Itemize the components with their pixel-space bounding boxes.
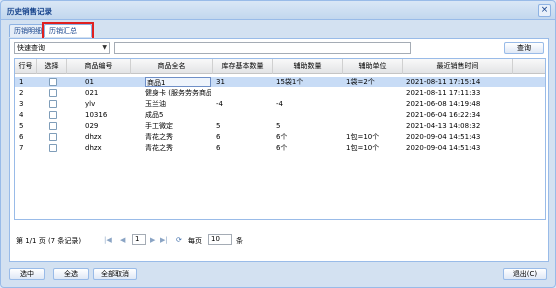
last-page-icon[interactable]: ▶| <box>160 236 168 244</box>
next-page-icon[interactable]: ▶ <box>150 236 155 244</box>
last-sale-time: 2021-08-11 17:11:33 <box>406 89 481 97</box>
row-number: 2 <box>19 89 24 97</box>
history-sales-window: 历史销售记录 × 历销明细 历销汇总 快速查询 ▼ 查询 行号 选择 商品编号 … <box>0 0 556 288</box>
search-row: 快速查询 ▼ 查询 <box>14 42 546 54</box>
col-aux-qty[interactable]: 辅助数量 <box>273 59 343 74</box>
row-number: 4 <box>19 111 24 119</box>
page-size-label: 每页 <box>188 237 202 245</box>
stock-qty: 6 <box>216 133 221 141</box>
last-sale-time: 2021-06-08 14:19:48 <box>406 100 481 108</box>
aux-qty: -4 <box>276 100 283 108</box>
select-button[interactable]: 选中 <box>9 268 45 280</box>
first-page-icon[interactable]: |◀ <box>104 236 112 244</box>
row-checkbox[interactable] <box>49 89 57 97</box>
aux-qty: 5 <box>276 122 281 130</box>
chevron-down-icon[interactable]: ▼ <box>102 43 107 53</box>
stock-qty: 6 <box>216 144 221 152</box>
search-button[interactable]: 查询 <box>504 42 544 54</box>
product-name: 成品5 <box>145 111 164 119</box>
row-checkbox[interactable] <box>49 78 57 86</box>
product-name: 商品1 <box>145 77 211 87</box>
product-code: 10316 <box>85 111 108 119</box>
table-row[interactable]: 1 01 商品1 31 15袋1个 1袋=2个 2021-08-11 17:15… <box>15 77 545 87</box>
prev-page-icon[interactable]: ◀ <box>120 236 125 244</box>
page-size-unit: 条 <box>236 237 243 245</box>
table-row[interactable]: 4 10316 成品5 2021-06-04 16:22:34 <box>15 110 545 120</box>
last-sale-time: 2021-04-13 14:08:32 <box>406 122 481 130</box>
col-aux-unit[interactable]: 辅助单位 <box>343 59 403 74</box>
current-page-input[interactable]: 1 <box>132 234 146 245</box>
table-row[interactable]: 2 021 健身卡 (服务劳务商品) 2021-08-11 17:11:33 <box>15 88 545 98</box>
footer-bar: 选中 全选 全部取消 退出(C) <box>1 264 555 286</box>
product-name: 青花之秀 <box>145 144 173 152</box>
title-bar[interactable]: 历史销售记录 × <box>1 1 555 20</box>
row-number: 1 <box>19 78 24 86</box>
product-code: dhzx <box>85 144 102 152</box>
product-code: 01 <box>85 78 94 86</box>
product-code: 029 <box>85 122 99 130</box>
col-stock-qty[interactable]: 库存基本数量 <box>213 59 273 74</box>
product-code: ylv <box>85 100 96 108</box>
aux-qty: 6个 <box>276 144 288 152</box>
row-checkbox[interactable] <box>49 144 57 152</box>
select-all-button[interactable]: 全选 <box>53 268 89 280</box>
page-size-input[interactable]: 10 <box>208 234 232 245</box>
row-number: 3 <box>19 100 24 108</box>
table-row[interactable]: 3 ylv 玉兰油 -4 -4 2021-06-08 14:19:48 <box>15 99 545 109</box>
product-name: 手工微定 <box>145 122 173 130</box>
product-code: dhzx <box>85 133 102 141</box>
row-checkbox[interactable] <box>49 133 57 141</box>
aux-unit: 1袋=2个 <box>346 78 375 86</box>
exit-button[interactable]: 退出(C) <box>503 268 547 280</box>
row-checkbox[interactable] <box>49 111 57 119</box>
grid-header: 行号 选择 商品编号 商品全名 库存基本数量 辅助数量 辅助单位 最近销售时间 <box>15 59 545 74</box>
query-mode-select[interactable]: 快速查询 ▼ <box>14 42 110 54</box>
aux-unit: 1包=10个 <box>346 133 380 141</box>
results-grid: 行号 选择 商品编号 商品全名 库存基本数量 辅助数量 辅助单位 最近销售时间 … <box>14 58 546 220</box>
col-row-number[interactable]: 行号 <box>15 59 37 74</box>
col-select[interactable]: 选择 <box>37 59 67 74</box>
product-name: 健身卡 (服务劳务商品) <box>145 89 211 97</box>
row-checkbox[interactable] <box>49 122 57 130</box>
main-panel: 快速查询 ▼ 查询 行号 选择 商品编号 商品全名 库存基本数量 辅助数量 辅助… <box>9 38 549 262</box>
row-number: 7 <box>19 144 24 152</box>
aux-qty: 6个 <box>276 133 288 141</box>
col-product-name[interactable]: 商品全名 <box>131 59 213 74</box>
product-name: 玉兰油 <box>145 100 166 108</box>
tab-detail[interactable]: 历销明细 <box>9 24 43 37</box>
last-sale-time: 2021-08-11 17:15:14 <box>406 78 481 86</box>
col-last-sale-time[interactable]: 最近销售时间 <box>403 59 513 74</box>
page-summary: 第 1/1 页 (7 条记录) <box>16 237 82 245</box>
stock-qty: -4 <box>216 100 223 108</box>
table-row[interactable]: 5 029 手工微定 5 5 2021-04-13 14:08:32 <box>15 121 545 131</box>
table-row[interactable]: 7 dhzx 青花之秀 6 6个 1包=10个 2020-09-04 14:51… <box>15 143 545 153</box>
stock-qty: 31 <box>216 78 225 86</box>
close-icon[interactable]: × <box>538 4 551 17</box>
table-row[interactable]: 6 dhzx 青花之秀 6 6个 1包=10个 2020-09-04 14:51… <box>15 132 545 142</box>
last-sale-time: 2021-06-04 16:22:34 <box>406 111 481 119</box>
aux-qty: 15袋1个 <box>276 78 304 86</box>
row-checkbox[interactable] <box>49 100 57 108</box>
col-product-code[interactable]: 商品编号 <box>67 59 131 74</box>
row-number: 5 <box>19 122 24 130</box>
row-number: 6 <box>19 133 24 141</box>
query-mode-value: 快速查询 <box>17 44 45 52</box>
pagination-bar: 第 1/1 页 (7 条记录) |◀ ◀ 1 ▶ ▶| ⟳ 每页 10 条 <box>14 234 546 248</box>
last-sale-time: 2020-09-04 14:51:43 <box>406 133 481 141</box>
deselect-all-button[interactable]: 全部取消 <box>93 268 137 280</box>
stock-qty: 5 <box>216 122 221 130</box>
product-name: 青花之秀 <box>145 133 173 141</box>
product-code: 021 <box>85 89 99 97</box>
last-sale-time: 2020-09-04 14:51:43 <box>406 144 481 152</box>
refresh-icon[interactable]: ⟳ <box>176 236 182 244</box>
aux-unit: 1包=10个 <box>346 144 380 152</box>
search-input[interactable] <box>114 42 411 54</box>
window-title: 历史销售记录 <box>7 7 52 16</box>
